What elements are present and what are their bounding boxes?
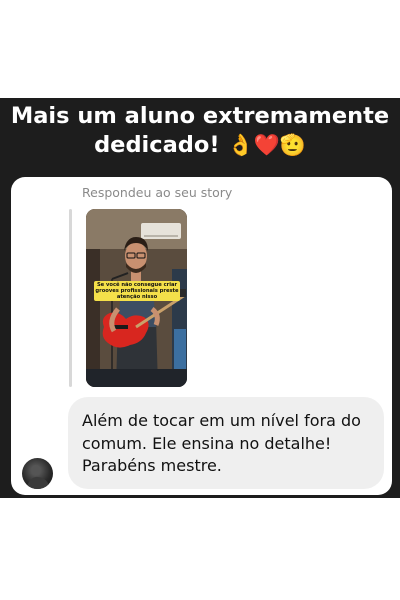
message-line-3: Parabéns mestre. bbox=[82, 456, 222, 475]
headline-word: dedicado! bbox=[94, 132, 220, 158]
avatar-image bbox=[26, 465, 50, 489]
message-line-2: comum. Ele ensina no detalhe! bbox=[82, 433, 332, 453]
reply-quote-bar bbox=[69, 209, 72, 387]
story-thumbnail[interactable]: Se você não consegue criar grooves profi… bbox=[86, 209, 187, 387]
message-bubble[interactable]: Além de tocar em um nível fora do comum.… bbox=[68, 397, 384, 489]
message-text: Além de tocar em um nível fora do comum.… bbox=[82, 410, 378, 478]
post-headline: Mais um aluno extremamente dedicado! 👌❤️… bbox=[0, 102, 400, 160]
emoji-icons: 👌❤️🫡 bbox=[227, 133, 306, 157]
story-caption-sticker: Se você não consegue criar grooves profi… bbox=[94, 281, 180, 301]
dm-screenshot-card: Respondeu ao seu story Se você não conse… bbox=[11, 177, 392, 495]
headline-line-2: dedicado! 👌❤️🫡 bbox=[0, 131, 400, 160]
message-line-1: Além de tocar em um nível fora do bbox=[82, 411, 361, 430]
sender-avatar[interactable] bbox=[22, 458, 53, 489]
replied-to-story-label: Respondeu ao seu story bbox=[82, 185, 233, 200]
headline-line-1: Mais um aluno extremamente bbox=[10, 103, 390, 129]
